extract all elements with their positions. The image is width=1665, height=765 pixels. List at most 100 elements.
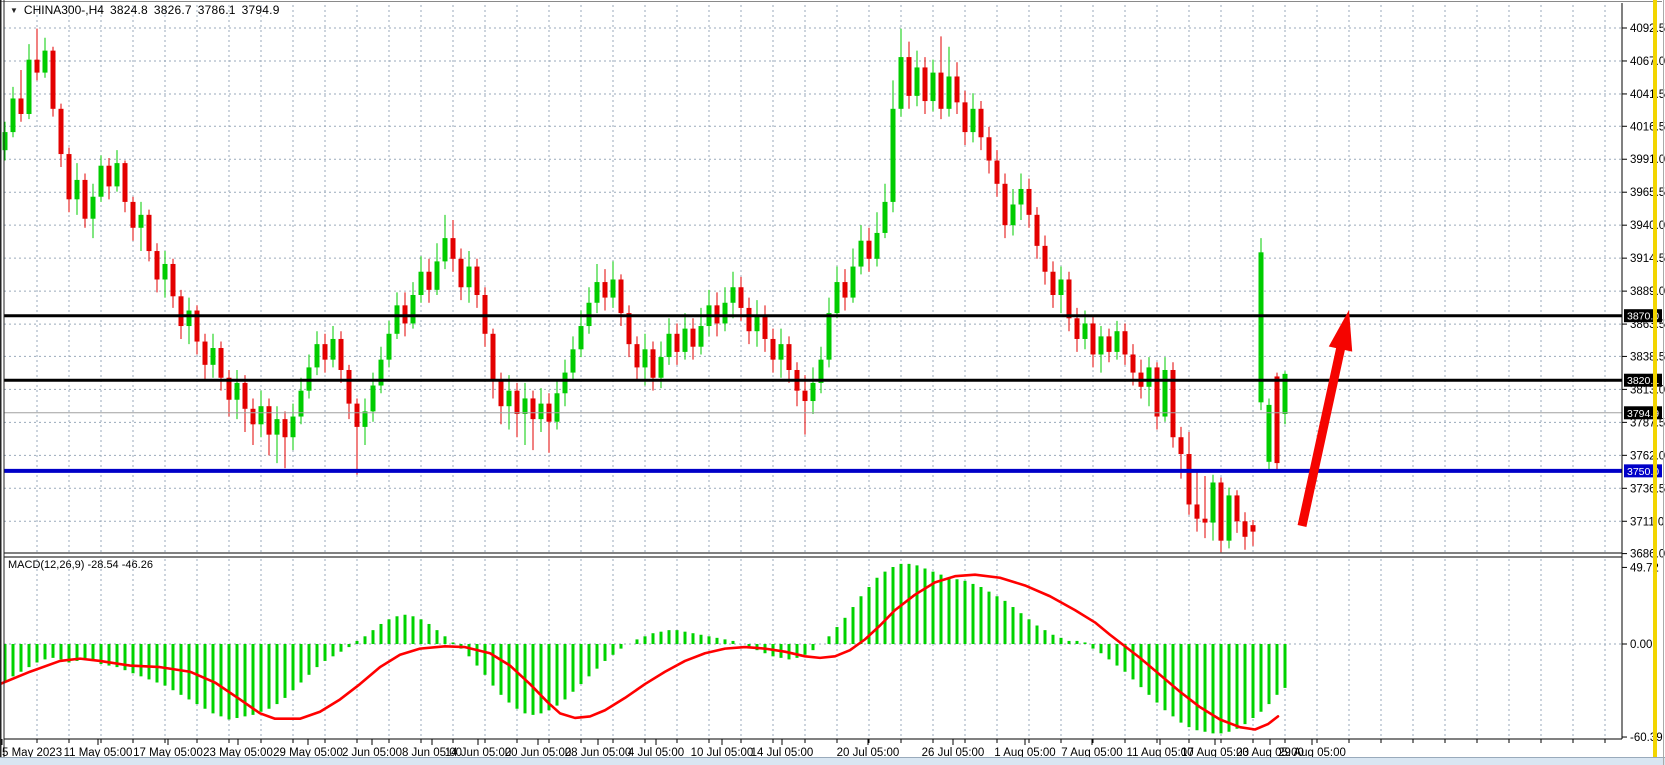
price-axis-label: 3991.0 [1630,154,1665,166]
candle-body [371,386,376,412]
candle-body [363,411,368,427]
candle-body [115,163,120,186]
candle-body [11,98,16,132]
ohlc-high: 3826.7 [154,3,192,17]
candle-body [1179,437,1184,454]
candle-body [979,109,984,137]
candle-body [211,348,216,365]
candle-body [267,406,272,434]
candle-body [275,419,280,435]
candle-body [1115,331,1120,352]
macd-axis-label: 0.00 [1630,639,1652,651]
candle-body [827,313,832,360]
candle-body [139,215,144,228]
candle-body [499,380,504,406]
candle-body [931,73,936,101]
ohlc-low: 3786.1 [198,3,236,17]
candle-body [1203,519,1208,523]
candle-body [635,344,640,367]
candle-body [699,326,704,347]
candle-body [875,233,880,259]
macd-main-value: -28.54 [87,559,118,571]
candle-body [723,303,728,324]
yellow-strip[interactable] [1653,0,1657,758]
candle-body [643,349,648,367]
candle-body [1003,184,1008,225]
candle-body [963,102,968,132]
candle-body [1059,279,1064,295]
price-axis-label: 4016.5 [1630,121,1665,133]
bottom-strip [0,758,1665,765]
candle-body [995,161,1000,184]
chart-canvas[interactable]: 4092.54067.04041.54016.53991.03965.53940… [0,0,1665,765]
candle-body [1091,323,1096,354]
candle-body [651,349,656,377]
candle-body [1131,354,1136,372]
symbol-period-label: CHINA300-,H4 [24,3,104,17]
candle-body [523,398,528,414]
candle-body [571,349,576,372]
candle-body [1251,525,1256,531]
candle-body [731,287,736,303]
candle-body [627,313,632,344]
candle-body [851,267,856,298]
candle-body [411,295,416,323]
window-left-edge [0,0,2,758]
candle-body [1275,376,1280,463]
price-axis-label: 3889.0 [1630,286,1665,298]
chart-background [0,0,1665,765]
candle-body [883,202,888,233]
candle-body [179,296,184,326]
price-axis-label: 3686.0 [1630,549,1665,561]
candle-body [347,370,352,404]
candle-body [971,109,976,132]
candle-body [1067,279,1072,318]
candle-body [235,383,240,400]
candle-body [611,279,616,297]
trading-terminal-window: ▼ CHINA300-,H4 3824.8 3826.7 3786.1 3794… [0,0,1665,765]
candle-body [915,67,920,95]
candle-body [667,334,672,357]
candle-body [1267,405,1272,462]
candle-body [451,238,456,259]
candle-body [435,261,440,289]
candle-body [291,417,296,438]
macd-signal-value: -46.26 [122,559,153,571]
price-axis-label: 3838.5 [1630,351,1665,363]
candle-body [739,287,744,308]
candle-body [1123,331,1128,354]
candle-body [355,404,360,427]
candle-body [59,109,64,154]
candle-body [1019,189,1024,205]
candle-body [99,166,104,197]
candle-body [1051,272,1056,295]
candle-body [459,259,464,287]
candle-body [1027,189,1032,215]
candle-body [147,215,152,251]
macd-axis-label: -60.39 [1630,732,1663,744]
candle-body [387,334,392,360]
chart-dropdown-icon[interactable]: ▼ [10,6,18,15]
candle-body [419,272,424,295]
candle-body [691,329,696,347]
candle-body [947,76,952,108]
candle-body [507,391,512,407]
candle-body [1211,482,1216,522]
price-axis-label: 3711.0 [1630,516,1664,528]
macd-name: MACD(12,26,9) [8,559,84,571]
candle-body [43,51,48,73]
candle-body [1155,367,1160,416]
candle-body [763,316,768,339]
candle-body [755,316,760,332]
candle-body [603,282,608,298]
candle-body [443,238,448,261]
candle-body [683,329,688,352]
candle-body [1083,323,1088,339]
candle-body [475,267,480,295]
candle-body [187,311,192,327]
price-axis-label: 3762.0 [1630,450,1665,462]
candle-body [899,57,904,109]
candle-body [3,132,8,150]
candle-body [787,344,792,370]
candle-body [219,348,224,378]
